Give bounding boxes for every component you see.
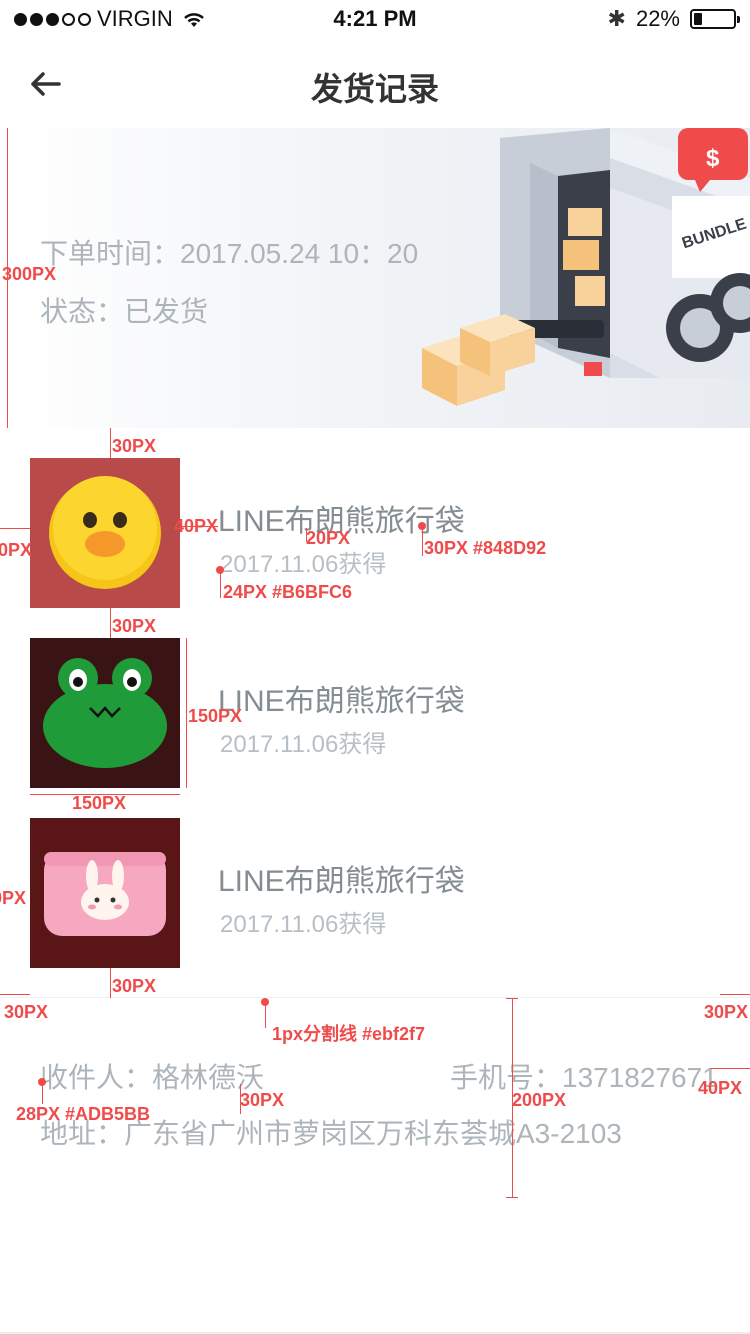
- receiver-name: 收件人：格林德沃: [40, 1062, 265, 1093]
- battery-percent: 22%: [635, 6, 680, 31]
- annotation-line: [422, 526, 423, 556]
- item-title: LINE布朗熊旅行袋: [218, 865, 465, 898]
- delivery-truck-illustration: BUNDLE $: [422, 128, 750, 406]
- annotation-thumb-height: 150PX: [188, 706, 243, 726]
- annotation-gap-top: 30PX: [112, 436, 157, 456]
- order-status: 状态：已发货: [40, 296, 209, 327]
- order-time: 下单时间：2017.05.24 10：20: [40, 238, 419, 269]
- annotation-line: [506, 1197, 518, 1198]
- annotation-line: [42, 1082, 43, 1104]
- annotation-line: [186, 638, 187, 788]
- page-title: 发货记录: [310, 71, 439, 107]
- annotation-recv-gap: 30PX: [240, 1090, 285, 1110]
- pink-bag-image: [30, 818, 180, 968]
- annotation-title-font: 30PX #848D92: [424, 538, 547, 558]
- annotation-thumb-width: 150PX: [72, 793, 127, 813]
- item-date: 2017.11.06获得: [220, 911, 387, 938]
- bluetooth-icon: ✱: [607, 6, 626, 31]
- annotation-line: [710, 1068, 750, 1069]
- annotation-date-font: 24PX #B6BFC6: [223, 582, 353, 602]
- item-title: LINE布朗熊旅行袋: [218, 685, 465, 718]
- duck-image: [30, 458, 180, 608]
- annotation-right-margin-recv: 40PX: [698, 1078, 743, 1098]
- order-banner: 下单时间：2017.05.24 10：20 状态：已发货 BUNDLE $ 30…: [0, 128, 750, 428]
- item-date: 2017.11.06获得: [220, 551, 387, 578]
- annotation-line: [720, 994, 750, 995]
- annotation-gap-mid: 30PX: [112, 616, 157, 636]
- annotation-left-margin: 30PX: [0, 540, 33, 560]
- annotation-line-gap: 20PX: [306, 528, 351, 548]
- annotation-line: [265, 1002, 266, 1028]
- annotation-line: [220, 570, 221, 598]
- frog-image: [30, 638, 180, 788]
- annotation-right-margin: 30PX: [704, 1002, 749, 1022]
- annotation-line: [0, 528, 30, 529]
- status-bar: VIRGIN 4:21 PM ✱ 22%: [0, 0, 750, 40]
- nav-bar: 发货记录: [0, 40, 750, 128]
- item-date: 2017.11.06获得: [220, 731, 387, 758]
- annotation-line: [110, 968, 111, 998]
- dollar-icon: $: [706, 145, 720, 172]
- list-item[interactable]: LINE布朗熊旅行袋 2017.11.06获得: [30, 818, 750, 968]
- annotation-line: [506, 998, 518, 999]
- list-item[interactable]: LINE布朗熊旅行袋 2017.11.06获得: [30, 458, 750, 608]
- annotation-divider-note: 1px分割线 #ebf2f7: [272, 1024, 426, 1044]
- product-thumbnail: [30, 638, 180, 788]
- product-thumbnail: [30, 818, 180, 968]
- battery-fill: [694, 13, 702, 25]
- status-right: ✱ 22%: [607, 6, 740, 32]
- annotation-line: [110, 608, 111, 638]
- annotation-banner-height: 300PX: [2, 264, 57, 284]
- list-item[interactable]: LINE布朗熊旅行袋 2017.11.06获得: [30, 638, 750, 788]
- annotation-left-margin-bottom: 30PX: [4, 1002, 49, 1022]
- annotation-line: [0, 994, 30, 995]
- battery-icon: [690, 9, 740, 29]
- annotation-gap-bottom: 30PX: [112, 976, 157, 996]
- annotation-line: [110, 428, 111, 458]
- product-thumbnail: [30, 458, 180, 608]
- annotation-left-margin-3: 30PX: [0, 888, 27, 908]
- annotation-section-height: 200PX: [512, 1090, 567, 1110]
- receiver-phone: 手机号：1371827671: [450, 1062, 718, 1093]
- annotation-recv-font: 28PX #ADB5BB: [16, 1104, 151, 1124]
- divider: [0, 997, 750, 998]
- annotation-title-gap: 40PX: [174, 516, 219, 536]
